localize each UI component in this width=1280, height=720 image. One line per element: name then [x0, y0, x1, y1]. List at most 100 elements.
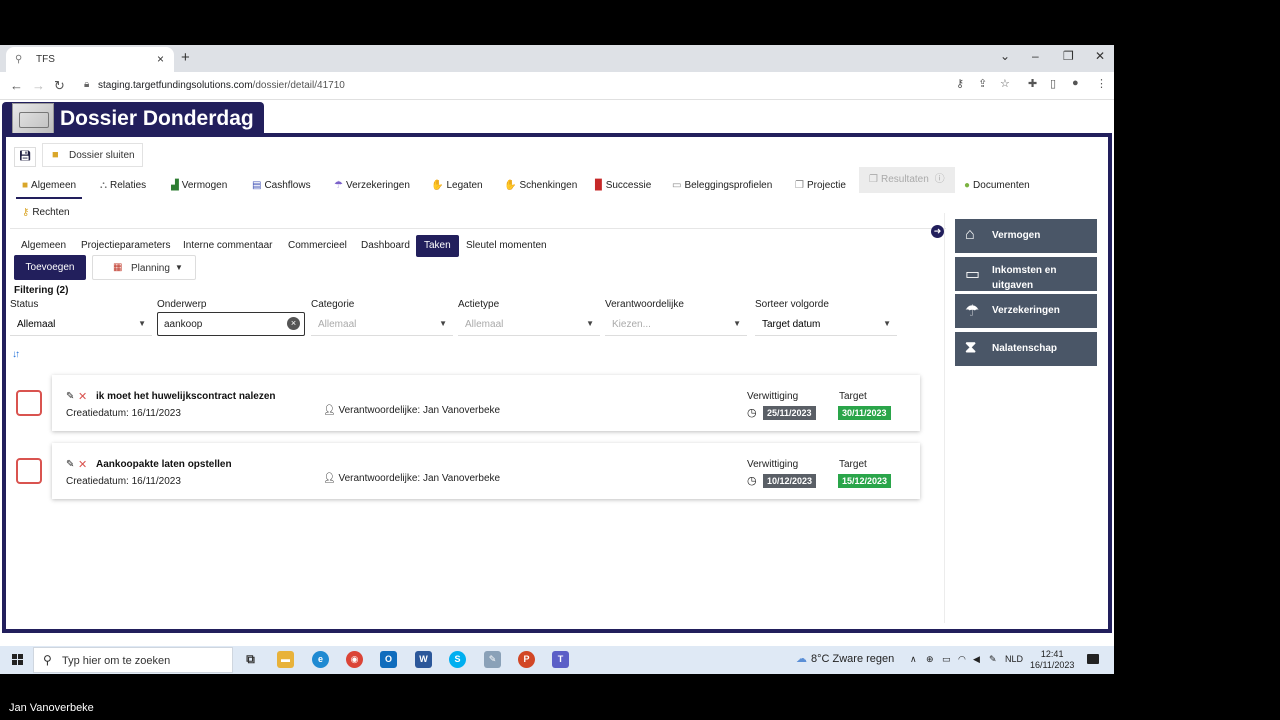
subtab-sleutel-momenten[interactable]: Sleutel momenten	[466, 235, 547, 257]
pen-icon[interactable]: ✎	[989, 654, 997, 665]
subtab-algemeen[interactable]: Algemeen	[21, 235, 66, 257]
tab-successie[interactable]: ▉ Successie	[595, 173, 651, 199]
notification-icon[interactable]	[1087, 654, 1099, 664]
task-title[interactable]: Aankoopakte laten opstellen	[96, 459, 232, 470]
menu-icon[interactable]: ⋮	[1096, 77, 1107, 90]
task-checkbox[interactable]	[16, 390, 42, 416]
key-icon: ⚷	[22, 207, 30, 218]
tab-schenkingen[interactable]: ✋ Schenkingen	[504, 173, 577, 199]
tab-close-icon[interactable]: ×	[157, 52, 164, 66]
key-icon[interactable]: ⚷	[956, 77, 964, 90]
hourglass-icon: ⧗	[965, 339, 977, 356]
paint-icon[interactable]: ✎	[484, 651, 501, 668]
save-button[interactable]: 💾︎	[14, 147, 36, 167]
caret-down-icon: ▼	[883, 319, 891, 328]
taskbar-clock[interactable]: 12:41 16/11/2023	[1030, 649, 1074, 671]
subtab-dashboard[interactable]: Dashboard	[361, 235, 410, 257]
category-select[interactable]: Allemaal ▼	[311, 312, 453, 336]
chart-icon: ▟	[171, 180, 179, 191]
task-checkbox[interactable]	[16, 458, 42, 484]
subtab-interne-commentaar[interactable]: Interne commentaar	[183, 235, 273, 257]
status-value: Allemaal	[17, 319, 56, 330]
tab-label: Schenkingen	[519, 180, 578, 191]
taskbar-search-input[interactable]: ⚲ Typ hier om te zoeken	[33, 647, 233, 673]
chrome-icon[interactable]: ◉	[346, 651, 363, 668]
task-view-icon[interactable]: ⧉	[242, 651, 259, 668]
side-button-nalatenschap[interactable]: ⧗ Nalatenschap	[955, 332, 1097, 366]
action-type-select[interactable]: Allemaal ▼	[458, 312, 600, 336]
windows-start-icon[interactable]	[12, 654, 23, 665]
new-tab-icon[interactable]: +	[181, 49, 190, 66]
planning-label: Planning	[131, 263, 170, 274]
close-dossier-button[interactable]: ■ Dossier sluiten	[42, 143, 143, 167]
tab-search-chevron-icon[interactable]: ⌄	[1000, 49, 1010, 63]
volume-icon[interactable]: ◀	[973, 654, 980, 665]
tab-resultaten[interactable]: ❐ Resultaten ⓘ	[859, 167, 955, 193]
file-explorer-icon[interactable]: ▬	[277, 651, 294, 668]
edit-icon[interactable]: ✎	[66, 391, 74, 402]
reload-icon[interactable]: ↻	[54, 78, 65, 94]
battery-icon[interactable]: ▭	[942, 654, 951, 665]
browser-tab[interactable]: ⚲ TFS ×	[6, 47, 174, 72]
clear-icon[interactable]: ×	[287, 317, 300, 330]
responsible-select[interactable]: Kiezen... ▼	[605, 312, 747, 336]
tab-legaten[interactable]: ✋ Legaten	[431, 173, 483, 199]
planning-dropdown[interactable]: ▦ Planning ▼	[92, 255, 196, 280]
clock-icon: ◷	[747, 475, 757, 487]
tab-relaties[interactable]: ⛬ Relaties	[100, 173, 146, 199]
edit-icon[interactable]: ✎	[66, 459, 74, 470]
caret-down-icon: ▼	[138, 319, 146, 328]
responsible-label: Verantwoordelijke	[605, 299, 684, 310]
subject-search-input[interactable]: aankoop ×	[157, 312, 305, 336]
wifi-icon[interactable]: ◠	[958, 654, 966, 665]
delete-icon[interactable]: ✕	[78, 458, 87, 471]
caret-down-icon: ▼	[733, 319, 741, 328]
arrow-right-icon[interactable]: ➜	[931, 225, 944, 238]
star-icon[interactable]: ☆	[1000, 77, 1010, 90]
tab-documenten[interactable]: ● Documenten	[964, 173, 1030, 199]
subtab-projectieparameters[interactable]: Projectieparameters	[81, 235, 170, 257]
maximize-icon[interactable]: ❐	[1063, 49, 1074, 63]
subtab-taken[interactable]: Taken	[416, 235, 459, 257]
tab-cashflows[interactable]: ▤ Cashflows	[252, 173, 311, 199]
language-indicator[interactable]: NLD	[1005, 654, 1023, 664]
back-icon[interactable]: ←	[10, 78, 23, 93]
save-icon: 💾︎	[18, 151, 32, 162]
status-select[interactable]: Allemaal ▼	[10, 312, 152, 336]
side-button-vermogen[interactable]: ⌂ Vermogen	[955, 219, 1097, 253]
skype-icon[interactable]: S	[449, 651, 466, 668]
tab-beleggingsprofielen[interactable]: ▭ Beleggingsprofielen	[672, 173, 772, 199]
side-button-verzekeringen[interactable]: ☂ Verzekeringen	[955, 294, 1097, 328]
sort-toggle-icon[interactable]: ↓↑	[12, 349, 20, 360]
tab-rechten[interactable]: ⚷ Rechten	[22, 200, 70, 226]
tab-vermogen[interactable]: ▟ Vermogen	[171, 173, 227, 199]
url-text: staging.targetfundingsolutions.com/dossi…	[98, 80, 345, 91]
notice-label: Verwittiging	[747, 459, 799, 470]
subtab-commercieel[interactable]: Commercieel	[288, 235, 347, 257]
window-close-icon[interactable]: ✕	[1095, 49, 1105, 63]
delete-icon[interactable]: ✕	[78, 390, 87, 403]
sort-select[interactable]: Target datum ▼	[755, 312, 897, 336]
add-button[interactable]: Toevoegen	[14, 255, 86, 280]
tray-chevron-icon[interactable]: ∧	[910, 654, 917, 665]
forward-icon[interactable]: →	[32, 78, 45, 93]
task-title[interactable]: ik moet het huwelijkscontract nalezen	[96, 391, 276, 402]
profile-icon[interactable]: ●	[1072, 77, 1079, 89]
minimize-icon[interactable]: –	[1032, 49, 1039, 63]
teams-icon[interactable]: T	[552, 651, 569, 668]
tab-algemeen[interactable]: ■ Algemeen	[16, 173, 83, 199]
weather-widget[interactable]: ☁ 8°C Zware regen	[796, 652, 894, 665]
outlook-icon[interactable]: O	[380, 651, 397, 668]
notice-label: Verwittiging	[747, 391, 799, 402]
word-icon[interactable]: W	[415, 651, 432, 668]
tray-app-icon[interactable]: ⊕	[926, 654, 934, 665]
extensions-icon[interactable]: ✚	[1028, 77, 1037, 90]
tab-projectie[interactable]: ❐ Projectie	[795, 173, 846, 199]
sidepanel-icon[interactable]: ▯	[1050, 77, 1056, 90]
share-icon[interactable]: ⇪	[978, 77, 987, 90]
side-button-label: Verzekeringen	[992, 305, 1060, 316]
side-button-inkomsten[interactable]: ▭ Inkomsten en uitgaven	[955, 257, 1097, 291]
tab-verzekeringen[interactable]: ☂ Verzekeringen	[334, 173, 410, 199]
edge-icon[interactable]: e	[312, 651, 329, 668]
powerpoint-icon[interactable]: P	[518, 651, 535, 668]
